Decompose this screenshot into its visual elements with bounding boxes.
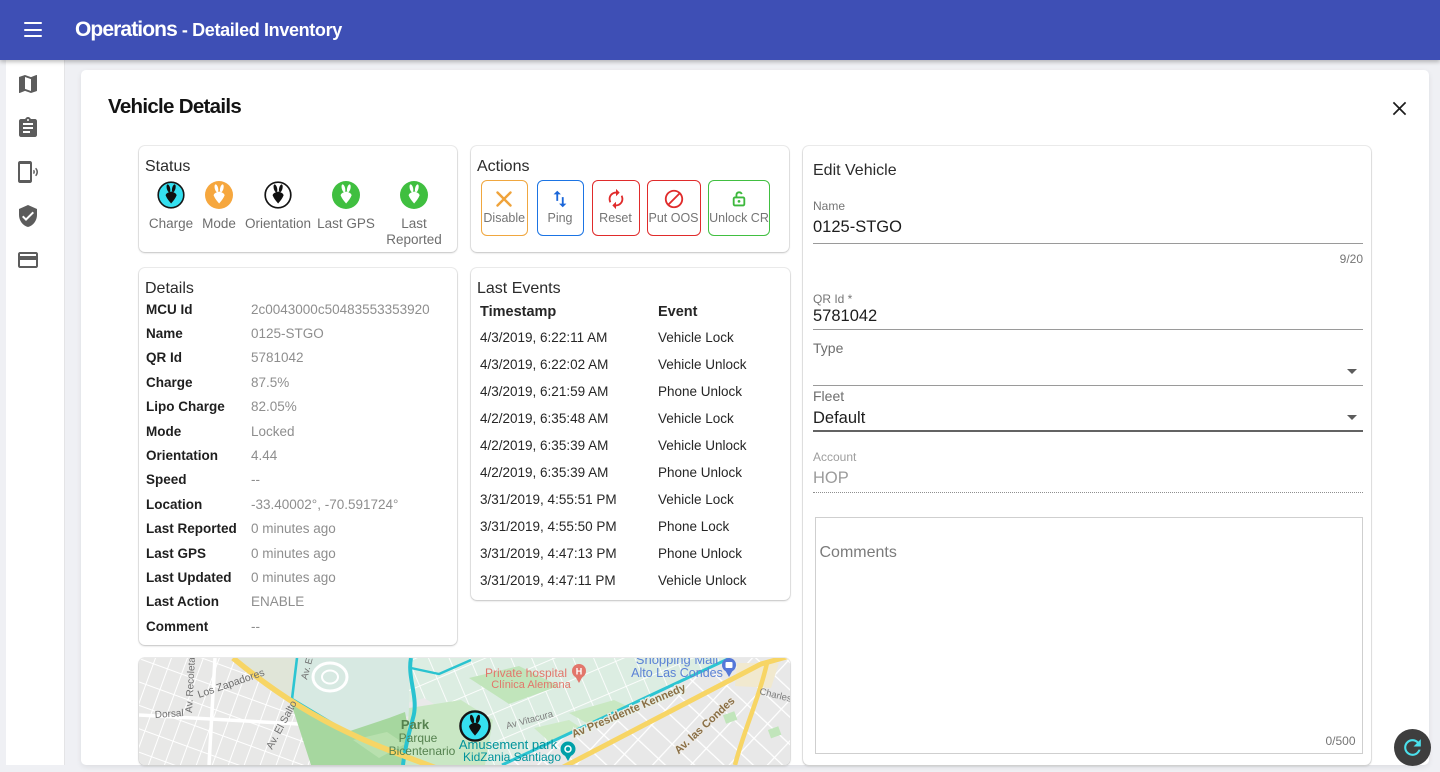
svg-text:Park: Park [401,717,430,732]
svg-text:Private hospital: Private hospital [485,666,567,680]
svg-text:Alto Las Condes: Alto Las Condes [631,666,723,680]
svg-text:Dorsal: Dorsal [154,708,184,721]
svg-text:H: H [576,667,583,677]
svg-text:KidZania Santiago: KidZania Santiago [463,750,561,764]
svg-text:Bicentenario: Bicentenario [389,744,456,758]
svg-text:Clínica Alemana: Clínica Alemana [491,679,571,691]
svg-text:Parque: Parque [399,731,438,745]
